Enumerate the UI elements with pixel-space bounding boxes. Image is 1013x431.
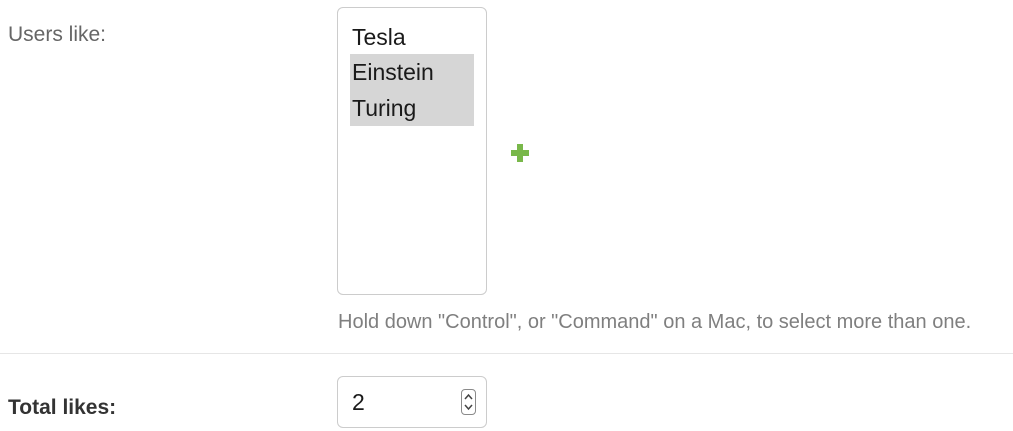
- option-turing[interactable]: Turing: [350, 90, 474, 126]
- form-page: Users like: Tesla Einstein Turing Hold d…: [0, 0, 1013, 431]
- help-text: Hold down "Control", or "Command" on a M…: [338, 311, 972, 333]
- users-like-label: Users like:: [8, 23, 107, 46]
- users-like-multiselect[interactable]: Tesla Einstein Turing: [337, 7, 487, 295]
- total-likes-label: Total likes:: [8, 396, 117, 419]
- total-likes-value: 2: [352, 389, 365, 415]
- plus-icon[interactable]: [510, 143, 530, 163]
- option-tesla[interactable]: Tesla: [350, 20, 474, 54]
- total-likes-input[interactable]: 2: [337, 376, 487, 428]
- option-einstein[interactable]: Einstein: [350, 54, 474, 90]
- spinner-icon[interactable]: [461, 389, 476, 415]
- divider: [0, 353, 1013, 354]
